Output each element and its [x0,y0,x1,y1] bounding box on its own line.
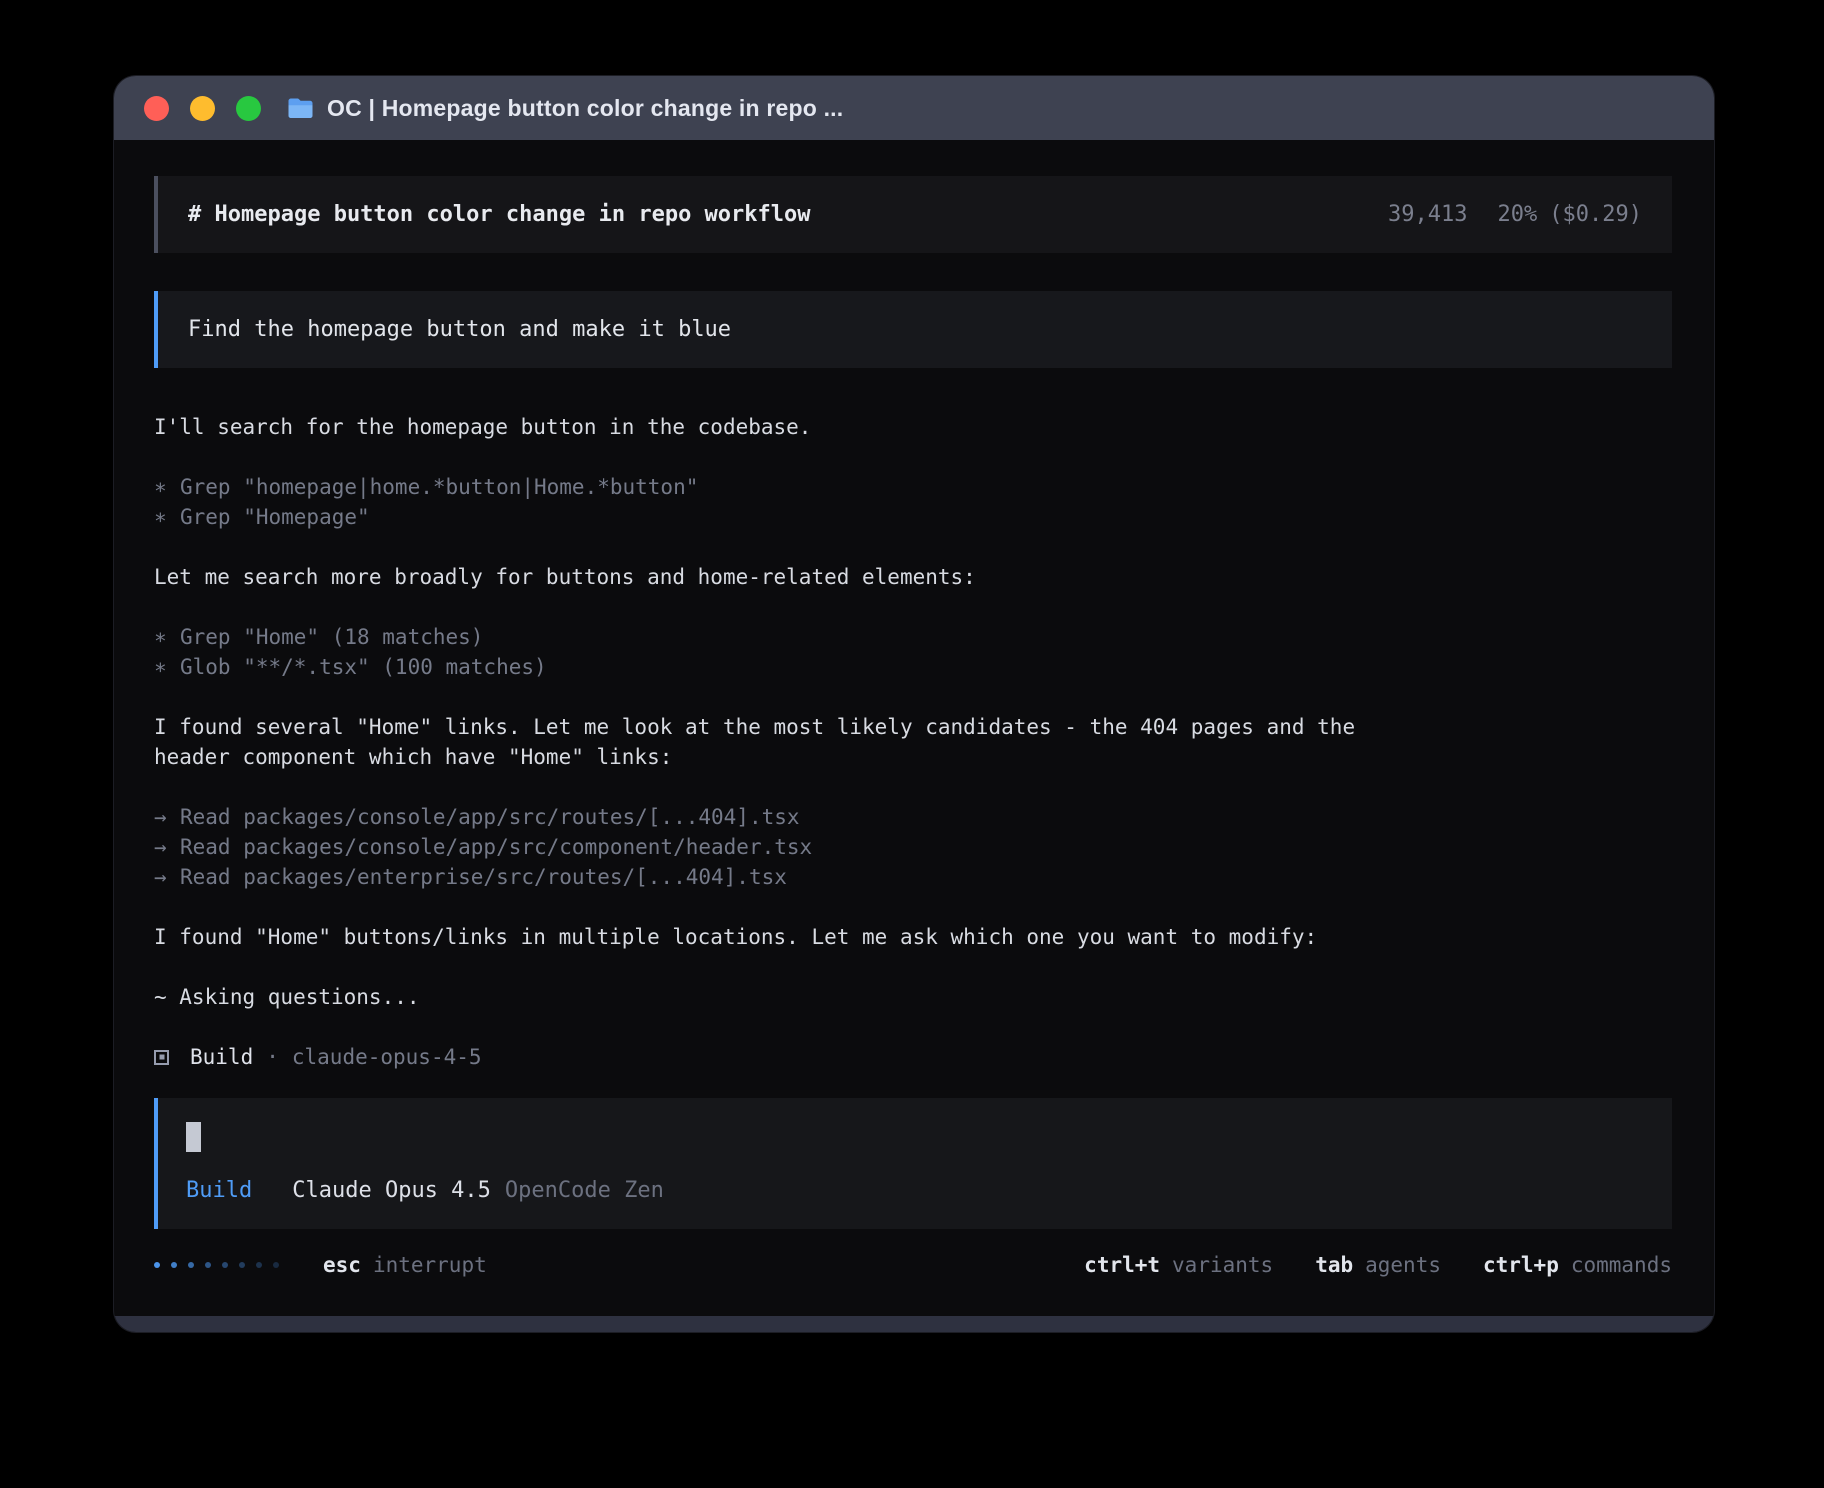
progress-dot [205,1262,211,1268]
terminal-window: OC | Homepage button color change in rep… [114,76,1714,1332]
tool-bullet-icon: ∗ [154,502,180,532]
conversation: I'll search for the homepage button in t… [154,412,1672,1072]
arrow-icon: → [154,862,180,892]
user-message: Find the homepage button and make it blu… [154,291,1672,368]
tool-call-read: →Read packages/console/app/src/component… [154,832,1672,862]
terminal-content: # Homepage button color change in repo w… [114,140,1714,1316]
session-cost: ($0.29) [1549,202,1642,227]
folder-icon [287,97,314,120]
tool-call-group: ∗Grep "homepage|home.*button|Home.*butto… [154,472,1672,532]
arrow-icon: → [154,802,180,832]
progress-dot [256,1262,262,1268]
tool-call-group: →Read packages/console/app/src/routes/[.… [154,802,1672,892]
model-name[interactable]: Claude Opus 4.5 [292,1178,491,1203]
prompt-input[interactable]: Build Claude Opus 4.5 OpenCode Zen [154,1098,1672,1229]
agent-model: claude-opus-4-5 [292,1042,482,1072]
assistant-text: I found "Home" buttons/links in multiple… [154,922,1672,952]
tool-call-text: Read packages/enterprise/src/routes/[...… [180,865,787,889]
assistant-text-line: header component which have "Home" links… [154,742,1672,772]
text-cursor [186,1122,201,1152]
tool-call-read: →Read packages/console/app/src/routes/[.… [154,802,1672,832]
tool-bullet-icon: ∗ [154,622,180,652]
shortcut-key: tab [1315,1253,1353,1277]
window-titlebar[interactable]: OC | Homepage button color change in rep… [114,76,1714,140]
traffic-lights [114,96,261,121]
tool-call-text: Grep "Home" (18 matches) [180,625,483,649]
assistant-text: Let me search more broadly for buttons a… [154,562,1672,592]
minimize-button[interactable] [190,96,215,121]
assistant-text-line: I found several "Home" links. Let me loo… [154,712,1672,742]
shortcut-label: variants [1172,1253,1273,1277]
esc-key: esc [323,1253,361,1277]
tool-call-text: Glob "**/*.tsx" (100 matches) [180,655,547,679]
tool-call-text: Grep "Homepage" [180,505,370,529]
tool-call-grep: ∗Grep "Home" (18 matches) [154,622,1672,652]
zoom-button[interactable] [236,96,261,121]
user-message-text: Find the homepage button and make it blu… [188,317,731,342]
shortcut-agents: tab agents [1315,1253,1441,1277]
tool-bullet-icon: ∗ [154,472,180,502]
assistant-text: I found several "Home" links. Let me loo… [154,712,1672,772]
close-button[interactable] [144,96,169,121]
progress-dot [154,1262,160,1268]
session-stats: 39,413 20% ($0.29) [1388,202,1642,227]
esc-label: interrupt [373,1253,487,1277]
mode-label[interactable]: Build [186,1178,252,1203]
tool-call-grep: ∗Grep "homepage|home.*button|Home.*butto… [154,472,1672,502]
progress-dot [188,1262,194,1268]
shortcut-variants: ctrl+t variants [1084,1253,1273,1277]
window-bottom-edge [114,1316,1714,1332]
tool-call-text: Read packages/console/app/src/routes/[..… [180,805,800,829]
shortcut-label: agents [1365,1253,1441,1277]
tool-call-grep: ∗Grep "Homepage" [154,502,1672,532]
progress-dot [222,1262,228,1268]
agent-square-icon [154,1050,169,1065]
tool-call-glob: ∗Glob "**/*.tsx" (100 matches) [154,652,1672,682]
tool-call-read: →Read packages/enterprise/src/routes/[..… [154,862,1672,892]
shortcut-label: commands [1571,1253,1672,1277]
shortcuts-right: ctrl+t variants tab agents ctrl+p comman… [1084,1253,1672,1277]
shortcut-key: ctrl+t [1084,1253,1160,1277]
tool-call-group: ∗Grep "Home" (18 matches) ∗Glob "**/*.ts… [154,622,1672,682]
model-row: Build Claude Opus 4.5 OpenCode Zen [186,1178,1644,1203]
tool-call-text: Grep "homepage|home.*button|Home.*button… [180,475,698,499]
session-title: # Homepage button color change in repo w… [188,202,811,227]
tool-call-text: Read packages/console/app/src/component/… [180,835,812,859]
assistant-text: I'll search for the homepage button in t… [154,412,1672,442]
shortcut-commands: ctrl+p commands [1483,1253,1672,1277]
progress-dot [273,1262,279,1268]
progress-spinner [154,1262,279,1268]
shortcut-key: ctrl+p [1483,1253,1559,1277]
window-title: OC | Homepage button color change in rep… [327,95,843,122]
agent-separator: · [266,1042,279,1072]
session-header: # Homepage button color change in repo w… [154,176,1672,253]
titlebar-title-group: OC | Homepage button color change in rep… [287,95,843,122]
tool-bullet-icon: ∗ [154,652,180,682]
status-bar: esc interrupt ctrl+t variants tab agents… [154,1253,1672,1301]
context-percent: 20% [1498,202,1538,227]
arrow-icon: → [154,832,180,862]
agent-name: Build [190,1042,253,1072]
progress-dot [171,1262,177,1268]
provider-name: OpenCode Zen [505,1178,664,1203]
progress-dot [239,1262,245,1268]
token-count: 39,413 [1388,202,1467,227]
assistant-status: ~ Asking questions... [154,982,1672,1012]
agent-row: Build · claude-opus-4-5 [154,1042,1672,1072]
shortcut-interrupt: esc interrupt [323,1253,487,1277]
